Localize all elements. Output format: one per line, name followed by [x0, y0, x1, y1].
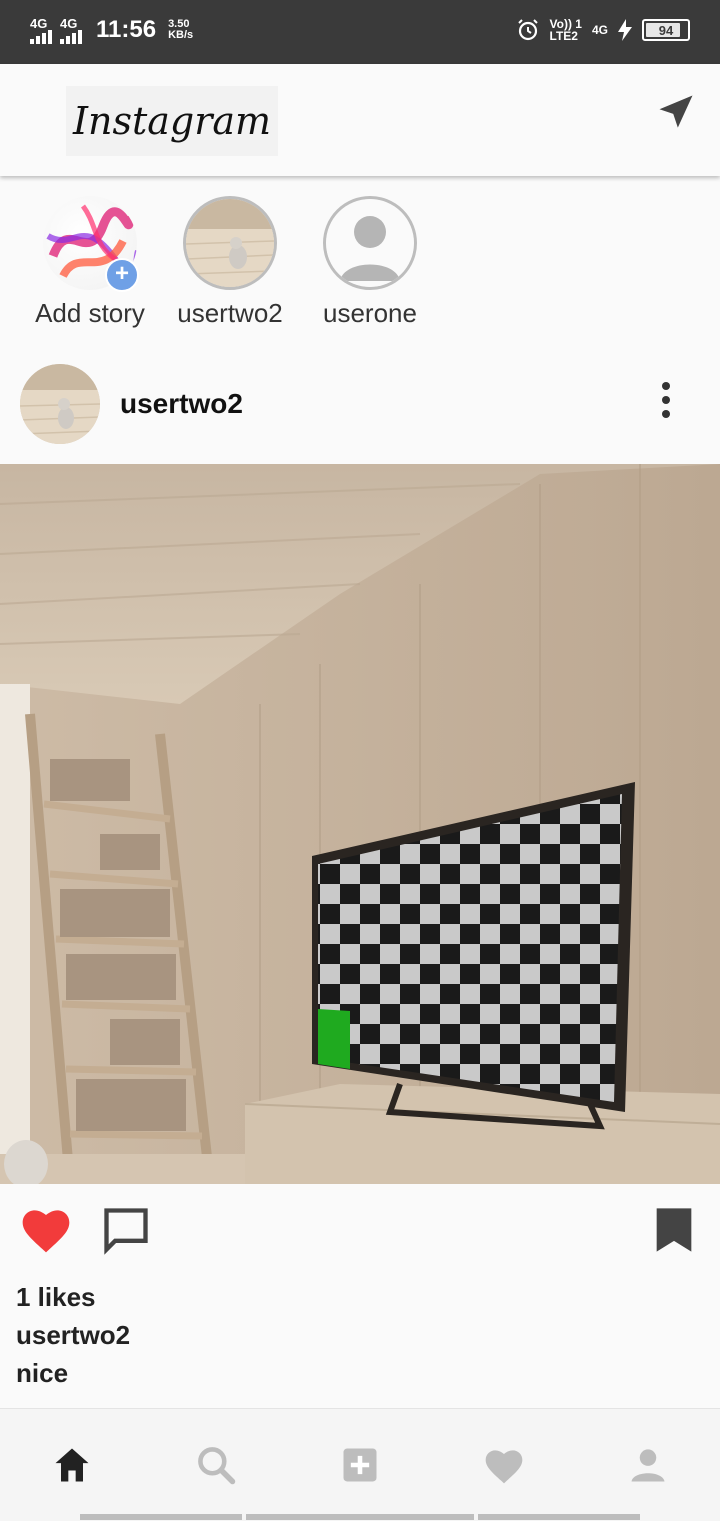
instagram-logo: Instagram — [66, 86, 278, 156]
network-speed: 3.50 KB/s — [168, 19, 193, 41]
stories-bar: + Add story usertwo2 userone — [0, 190, 720, 340]
status-bar: 4G 4G 11:56 3.50 KB/s Vo)) 1 LTE2 4G 94 — [0, 0, 720, 64]
story-userone[interactable]: userone — [300, 196, 440, 329]
sim1-signal: 4G — [30, 17, 52, 44]
home-icon[interactable] — [50, 1443, 94, 1487]
cat-room-thumbnail — [186, 199, 274, 287]
post-author-avatar[interactable] — [20, 364, 100, 444]
default-profile-icon — [326, 199, 414, 287]
signal-bars-icon — [30, 29, 52, 44]
more-options-icon[interactable] — [652, 380, 680, 420]
net-type: 4G — [591, 23, 608, 37]
alarm-icon — [517, 19, 538, 41]
story-label: usertwo2 — [177, 298, 283, 328]
volte-bottom: LTE2 — [549, 29, 578, 43]
caption-text: nice — [16, 1358, 69, 1388]
likes-count[interactable]: 1 likes — [16, 1282, 96, 1313]
sim2-label: 4G — [60, 15, 78, 31]
battery-level: 94 — [658, 22, 674, 38]
room-with-tv-photo — [0, 464, 720, 1184]
add-story-plus-icon[interactable]: + — [105, 258, 139, 292]
gesture-bar — [246, 1514, 474, 1520]
search-icon[interactable] — [194, 1443, 238, 1487]
story-label: userone — [323, 298, 417, 328]
profile-icon[interactable] — [626, 1443, 670, 1487]
post-header: usertwo2 — [0, 360, 720, 450]
gesture-bar — [80, 1514, 242, 1520]
charging-icon — [618, 19, 632, 41]
story-usertwo2[interactable]: usertwo2 — [160, 196, 300, 329]
logo-text: Instagram — [72, 99, 272, 143]
sim1-label: 4G — [30, 15, 48, 31]
signal-bars-icon — [60, 29, 82, 44]
bookmark-icon[interactable] — [652, 1204, 696, 1256]
story-label: Add story — [35, 298, 145, 328]
activity-heart-icon[interactable] — [482, 1443, 526, 1487]
add-post-icon[interactable] — [338, 1443, 382, 1487]
battery-icon: 94 — [642, 19, 690, 41]
gesture-bar — [478, 1514, 640, 1520]
caption-username[interactable]: usertwo2 — [16, 1320, 130, 1351]
volte-indicator: Vo)) 1 LTE2 — [550, 18, 582, 42]
post-image[interactable] — [0, 464, 720, 1184]
story-avatar[interactable] — [183, 196, 277, 290]
like-heart-icon[interactable] — [18, 1202, 74, 1256]
app-bar: Instagram — [0, 64, 720, 176]
story-add[interactable]: + Add story — [20, 196, 160, 329]
clock: 11:56 — [96, 16, 157, 43]
speed-unit: KB/s — [168, 29, 194, 41]
cat-room-thumbnail — [20, 364, 100, 444]
sim2-signal: 4G — [60, 17, 82, 44]
story-avatar[interactable] — [323, 196, 417, 290]
post-author-username[interactable]: usertwo2 — [120, 388, 243, 420]
bottom-navigation — [0, 1408, 720, 1521]
send-icon[interactable] — [654, 90, 698, 134]
post-actions — [0, 1196, 720, 1266]
comment-icon[interactable] — [100, 1204, 152, 1256]
add-story-avatar[interactable]: + — [43, 196, 139, 292]
